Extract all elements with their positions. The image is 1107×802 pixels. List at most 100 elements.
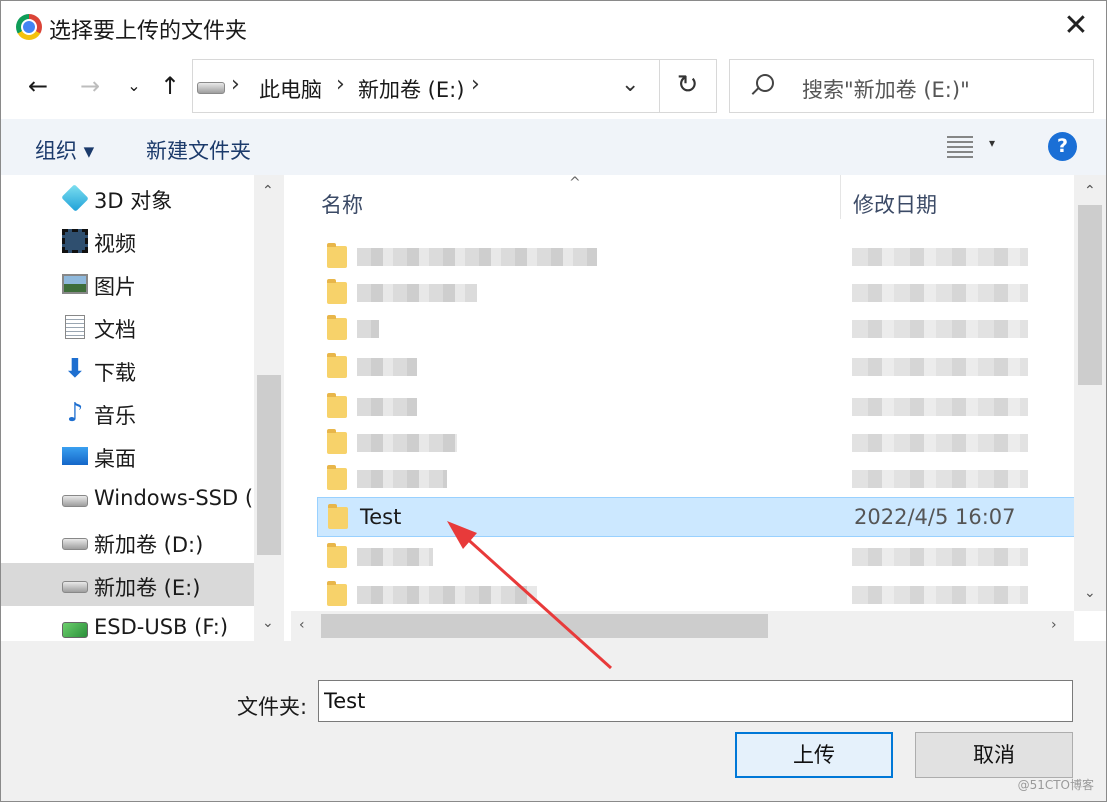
column-header-name[interactable]: 名称 <box>321 189 363 219</box>
list-item[interactable] <box>317 309 1075 349</box>
search-field[interactable]: 搜索"新加卷 (E:)" <box>729 59 1094 113</box>
horizontal-scroll-thumb[interactable] <box>321 614 768 638</box>
folder-icon <box>327 279 347 304</box>
recent-locations-chevron-icon[interactable]: ⌄ <box>119 69 149 103</box>
list-item[interactable] <box>317 537 1075 577</box>
scroll-down-icon[interactable]: ⌄ <box>262 615 274 631</box>
breadcrumb-separator-icon[interactable]: › <box>336 72 345 97</box>
nav-item-label: 视频 <box>94 232 136 256</box>
view-options-caret-icon[interactable]: ▾ <box>989 136 995 150</box>
nav-item-esd-usb[interactable]: ESD-USB (F:) <box>1 606 254 641</box>
nav-scrollbar[interactable]: ⌃ ⌄ <box>254 175 284 641</box>
blurred-name <box>357 434 457 452</box>
column-header-date-modified[interactable]: 修改日期 <box>853 189 937 219</box>
upload-button[interactable]: 上传 <box>735 732 893 778</box>
scroll-left-icon[interactable]: ‹ <box>299 617 305 633</box>
list-item[interactable] <box>317 387 1075 427</box>
nav-item-pictures[interactable]: 图片 <box>1 262 254 305</box>
folder-field-label: 文件夹: <box>237 695 308 719</box>
scroll-right-icon[interactable]: › <box>1051 617 1057 633</box>
folder-icon <box>328 504 348 529</box>
scroll-up-icon[interactable]: ⌃ <box>1084 183 1096 199</box>
download-icon: ⬇ <box>64 354 86 384</box>
blurred-date <box>852 548 1028 566</box>
watermark: @51CTO博客 <box>1017 778 1094 792</box>
back-arrow-icon[interactable]: ← <box>23 69 53 103</box>
address-bar[interactable]: › 此电脑 › 新加卷 (E:) › ⌄ <box>192 59 660 113</box>
up-arrow-icon[interactable]: ↑ <box>155 69 185 103</box>
file-list-scroll-thumb[interactable] <box>1078 205 1102 385</box>
breadcrumb-drive-e[interactable]: 新加卷 (E:) <box>358 74 464 104</box>
blurred-date <box>852 284 1028 302</box>
scroll-down-icon[interactable]: ⌄ <box>1084 585 1096 601</box>
nav-item-3d-objects[interactable]: 3D 对象 <box>1 176 254 219</box>
blurred-date <box>852 434 1028 452</box>
windows-drive-icon <box>62 495 88 507</box>
dialog-footer: 文件夹: 上传 取消 @51CTO博客 <box>1 641 1106 801</box>
blurred-name <box>357 358 417 376</box>
folder-icon <box>327 581 347 606</box>
3d-objects-icon <box>61 184 89 212</box>
breadcrumb-this-pc[interactable]: 此电脑 <box>259 74 322 104</box>
nav-item-label: 音乐 <box>94 404 136 428</box>
nav-item-desktop[interactable]: 桌面 <box>1 434 254 477</box>
file-list-vertical-scrollbar[interactable]: ⌃ ⌄ <box>1074 175 1106 611</box>
list-item-selected-test[interactable]: Test 2022/4/5 16:07 <box>317 497 1075 537</box>
nav-item-drive-e[interactable]: 新加卷 (E:) <box>1 563 254 606</box>
folder-icon <box>327 429 347 454</box>
list-item[interactable] <box>317 273 1075 313</box>
blurred-date <box>852 320 1028 338</box>
drive-icon <box>62 538 88 550</box>
folder-name-field[interactable] <box>318 680 1073 722</box>
usb-drive-icon <box>62 622 88 638</box>
blurred-date <box>852 586 1028 604</box>
list-item[interactable] <box>317 575 1075 615</box>
column-divider[interactable] <box>840 175 841 219</box>
blurred-name <box>357 284 477 302</box>
nav-item-music[interactable]: ♪ 音乐 <box>1 391 254 434</box>
file-name: Test <box>360 505 402 529</box>
navigation-pane: 3D 对象 视频 图片 文档 ⬇ 下载 ♪ 音乐 桌面 Windows-SSD … <box>1 175 254 641</box>
nav-item-label: ESD-USB (F:) <box>94 615 229 639</box>
blurred-date <box>852 398 1028 416</box>
file-dialog-window: 选择要上传的文件夹 ✕ ← → ⌄ ↑ › 此电脑 › 新加卷 (E:) › ⌄… <box>0 0 1107 802</box>
breadcrumb-separator-icon[interactable]: › <box>231 72 240 97</box>
list-item[interactable] <box>317 237 1075 277</box>
list-item[interactable] <box>317 459 1075 499</box>
nav-scroll-thumb[interactable] <box>257 375 281 555</box>
close-button[interactable]: ✕ <box>1056 9 1096 45</box>
nav-item-documents[interactable]: 文档 <box>1 305 254 348</box>
nav-item-label: Windows-SSD ( <box>94 486 254 510</box>
list-item[interactable] <box>317 347 1075 387</box>
blurred-date <box>852 248 1028 266</box>
nav-item-videos[interactable]: 视频 <box>1 219 254 262</box>
nav-item-label: 3D 对象 <box>94 189 173 213</box>
folder-icon <box>327 465 347 490</box>
nav-item-downloads[interactable]: ⬇ 下载 <box>1 348 254 391</box>
file-list-horizontal-scrollbar[interactable]: ‹ › <box>291 611 1074 641</box>
nav-item-label: 桌面 <box>94 447 136 471</box>
nav-item-label: 新加卷 (E:) <box>94 576 201 600</box>
blurred-name <box>357 398 417 416</box>
nav-item-label: 图片 <box>94 275 136 299</box>
refresh-button[interactable]: ↻ <box>659 59 717 113</box>
new-folder-button[interactable]: 新建文件夹 <box>146 135 251 165</box>
file-date-modified: 2022/4/5 16:07 <box>854 505 1016 529</box>
help-icon[interactable]: ? <box>1048 132 1077 161</box>
forward-arrow-icon[interactable]: → <box>75 69 105 103</box>
folder-icon <box>327 543 347 568</box>
blurred-date <box>852 358 1028 376</box>
organize-menu-button[interactable]: 组织 ▾ <box>35 135 94 165</box>
nav-item-drive-d[interactable]: 新加卷 (D:) <box>1 520 254 563</box>
scroll-up-icon[interactable]: ⌃ <box>262 183 274 199</box>
nav-item-windows-ssd[interactable]: Windows-SSD ( <box>1 477 254 520</box>
folder-icon <box>327 393 347 418</box>
cancel-button[interactable]: 取消 <box>915 732 1073 778</box>
folder-icon <box>327 353 347 378</box>
address-dropdown-chevron-icon[interactable]: ⌄ <box>621 72 639 97</box>
view-details-icon[interactable] <box>947 136 973 158</box>
desktop-icon <box>62 447 88 465</box>
title-bar: 选择要上传的文件夹 ✕ <box>1 1 1106 53</box>
list-item[interactable] <box>317 423 1075 463</box>
breadcrumb-separator-icon[interactable]: › <box>471 72 480 97</box>
